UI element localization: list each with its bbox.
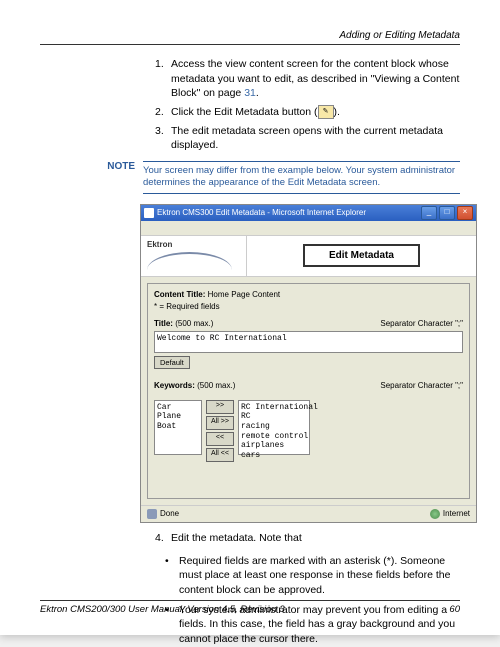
app-header: Ektron Edit Metadata — [141, 236, 476, 277]
step-text: The edit metadata screen opens with the … — [171, 124, 460, 153]
minimize-button[interactable]: _ — [421, 206, 437, 220]
step-4: 4. Edit the metadata. Note that — [155, 531, 460, 546]
content-title-label: Content Title: — [154, 290, 205, 299]
step-text: Edit the metadata. Note that — [171, 531, 460, 546]
maximize-button[interactable]: □ — [439, 206, 455, 220]
page-title: Edit Metadata — [303, 244, 420, 267]
required-note: * = Required fields — [154, 302, 463, 311]
page-icon — [147, 509, 157, 519]
step-4-row: 4. Edit the metadata. Note that — [40, 531, 460, 546]
default-button[interactable]: Default — [154, 356, 190, 369]
browser-screenshot: Ektron CMS300 Edit Metadata - Microsoft … — [140, 204, 477, 523]
note-block: NOTE Your screen may differ from the exa… — [40, 161, 460, 194]
selected-listbox[interactable]: RC International RC racing remote contro… — [238, 400, 310, 455]
step-text-a: Click the Edit Metadata button ( — [171, 106, 318, 118]
content-title-value: Home Page Content — [208, 290, 281, 299]
footer-left: Ektron CMS200/300 User Manual, Version 4… — [40, 604, 285, 615]
section-header: Adding or Editing Metadata — [40, 30, 460, 45]
step-number: 1. — [155, 57, 171, 101]
logo-swoosh-icon — [147, 252, 232, 270]
close-button[interactable]: × — [457, 206, 473, 220]
document-page: Adding or Editing Metadata 1. Access the… — [0, 0, 500, 635]
logo-area: Ektron — [141, 236, 247, 276]
step-number: 3. — [155, 124, 171, 153]
content-title-row: Content Title: Home Page Content — [154, 290, 463, 299]
step-1: 1. Access the view content screen for th… — [155, 57, 460, 101]
edit-metadata-icon: ✎ — [318, 105, 334, 119]
internet-zone-icon — [430, 509, 440, 519]
window-title: Ektron CMS300 Edit Metadata - Microsoft … — [144, 208, 366, 218]
step-number: 4. — [155, 531, 171, 546]
page-footer: Ektron CMS200/300 User Manual, Version 4… — [40, 600, 460, 615]
note-label: NOTE — [40, 161, 143, 172]
available-listbox[interactable]: Car Plane Boat — [154, 400, 202, 455]
app-body: Content Title: Home Page Content * = Req… — [141, 277, 476, 505]
move-all-right-button[interactable]: All >> — [206, 416, 234, 430]
page-link[interactable]: 31 — [244, 87, 256, 99]
step-number: 2. — [155, 105, 171, 120]
move-buttons: >> All >> << All << — [206, 400, 234, 462]
content-panel: Content Title: Home Page Content * = Req… — [147, 283, 470, 499]
title-field-row: Title: (500 max.) Separator Character ";… — [154, 319, 463, 328]
browser-toolbar — [141, 221, 476, 236]
keywords-field-row: Keywords: (500 max.) Separator Character… — [154, 381, 463, 390]
step-2: 2. Click the Edit Metadata button (✎). — [155, 105, 460, 120]
status-left: Done — [147, 509, 179, 519]
keywords-max: (500 max.) — [197, 381, 235, 390]
step-3: 3. The edit metadata screen opens with t… — [155, 124, 460, 153]
page-title-wrap: Edit Metadata — [247, 244, 476, 267]
move-all-left-button[interactable]: All << — [206, 448, 234, 462]
title-label: Title: — [154, 319, 173, 328]
status-zone: Internet — [443, 509, 470, 518]
step-text-a: Access the view content screen for the c… — [171, 58, 459, 99]
note-text: Your screen may differ from the example … — [143, 161, 460, 194]
footer-page-number: 60 — [449, 604, 460, 615]
window-titlebar: Ektron CMS300 Edit Metadata - Microsoft … — [141, 205, 476, 221]
move-right-button[interactable]: >> — [206, 400, 234, 414]
bullet-text: Required fields are marked with an aster… — [179, 554, 460, 598]
spacer — [154, 462, 463, 492]
numbered-steps: 1. Access the view content screen for th… — [40, 57, 460, 153]
separator-label: Separator Character ";" — [380, 319, 463, 328]
step-text-b: ). — [334, 106, 340, 118]
separator-label-2: Separator Character ";" — [380, 381, 463, 390]
keywords-picker: Car Plane Boat >> All >> << All << RC In… — [154, 400, 463, 462]
status-right: Internet — [430, 509, 470, 519]
title-input[interactable]: Welcome to RC International — [154, 331, 463, 353]
logo-text: Ektron — [147, 240, 172, 249]
title-max: (500 max.) — [175, 319, 213, 328]
ie-icon — [144, 208, 154, 218]
bullet-mark-icon: • — [165, 554, 179, 598]
keywords-label: Keywords: — [154, 381, 195, 390]
step-text: Access the view content screen for the c… — [171, 57, 460, 101]
browser-statusbar: Done Internet — [141, 505, 476, 522]
status-done: Done — [160, 509, 179, 518]
move-left-button[interactable]: << — [206, 432, 234, 446]
step-text-b: . — [256, 87, 259, 99]
bullet-item: • Required fields are marked with an ast… — [165, 554, 460, 598]
step-text: Click the Edit Metadata button (✎). — [171, 105, 460, 120]
window-buttons: _ □ × — [421, 206, 473, 220]
title-text: Ektron CMS300 Edit Metadata - Microsoft … — [157, 208, 366, 217]
